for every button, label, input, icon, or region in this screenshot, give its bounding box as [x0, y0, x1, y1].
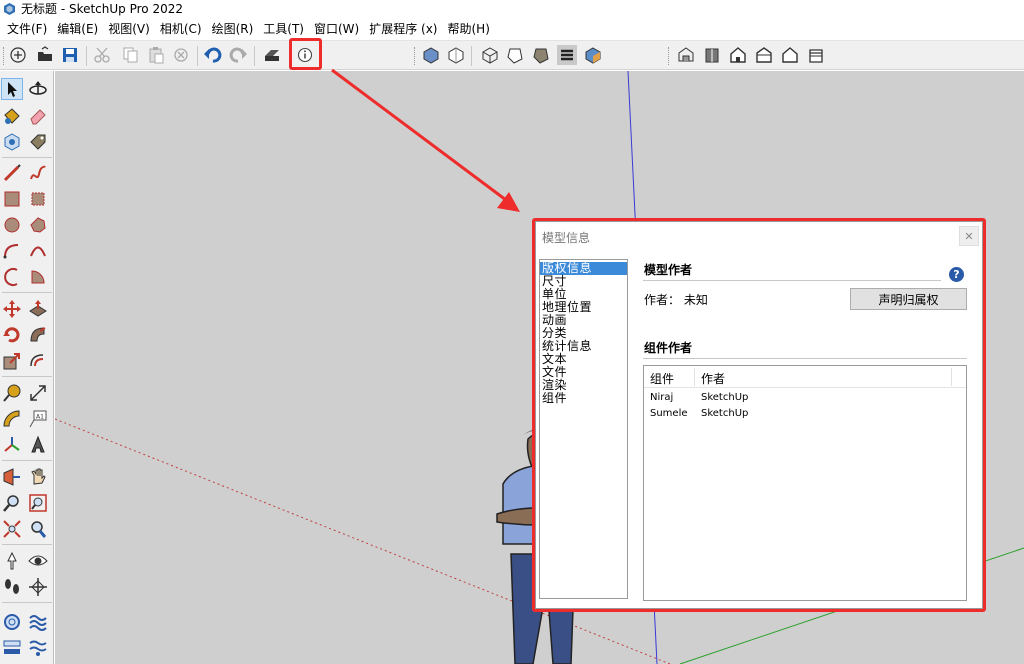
sketchup-window: 无标题 - SketchUp Pro 2022 文件(F) 编辑(E) 视图(V…	[0, 0, 1024, 664]
dialog-highlight	[532, 218, 986, 612]
